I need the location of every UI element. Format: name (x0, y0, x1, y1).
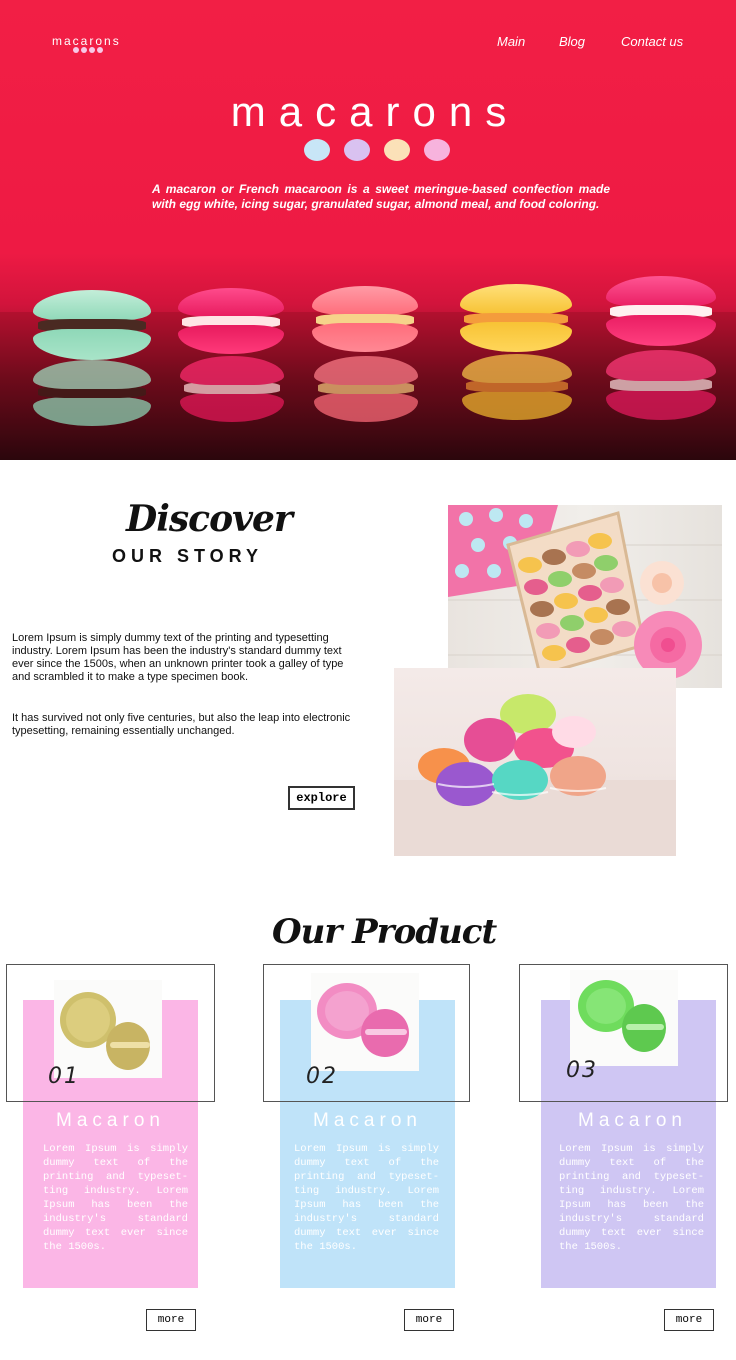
hero-banner: macarons Main Blog Contact us macarons A… (0, 0, 736, 460)
product-text-02: Lorem Ipsum is simply dummy text of the … (294, 1143, 439, 1253)
header-logo[interactable]: macarons (52, 34, 121, 48)
more-button-01[interactable]: more (146, 1309, 196, 1331)
photo-macaron-gift-box (448, 505, 722, 688)
hero-dot-peach (384, 139, 410, 161)
product-text-03: Lorem Ipsum is simply dummy text of the … (559, 1143, 704, 1253)
hero-dot-pink (424, 139, 450, 161)
nav-main[interactable]: Main (497, 34, 525, 49)
hero-macaron-mint-reflection (33, 360, 151, 426)
story-paragraph-2: It has survived not only five centuries,… (12, 712, 351, 737)
product-name-03: Macaron (578, 1110, 687, 1131)
hero-macaron-magenta-reflection (180, 356, 284, 422)
photo-macaron-pile (394, 668, 676, 856)
hero-macaron-coral-reflection (314, 356, 418, 422)
hero-macaron-mint (33, 290, 151, 360)
hero-description: A macaron or French macaroon is a sweet … (152, 182, 610, 211)
product-frame-01 (6, 964, 215, 1102)
product-number-01: 01 (48, 1064, 80, 1089)
product-name-01: Macaron (56, 1110, 165, 1131)
story-script-heading: Discover (126, 498, 293, 540)
header-logo-dots (73, 47, 103, 53)
explore-button[interactable]: explore (288, 786, 355, 810)
hero-dot-lilac (344, 139, 370, 161)
more-button-03[interactable]: more (664, 1309, 714, 1331)
story-heading: OUR STORY (112, 546, 264, 566)
hero-title: macarons (230, 88, 520, 135)
product-number-02: 02 (306, 1064, 338, 1089)
product-name-02: Macaron (313, 1110, 422, 1131)
hero-dot-blue (304, 139, 330, 161)
hero-macaron-yellow (460, 284, 572, 352)
hero-macaron-yellow-reflection (462, 354, 572, 420)
hero-macaron-pink (606, 276, 716, 346)
nav-blog[interactable]: Blog (559, 34, 585, 49)
hero-macaron-magenta (178, 288, 284, 354)
nav-contact[interactable]: Contact us (621, 34, 683, 49)
product-frame-03 (519, 964, 728, 1102)
product-frame-02 (263, 964, 470, 1102)
product-number-03: 03 (566, 1058, 598, 1083)
more-button-02[interactable]: more (404, 1309, 454, 1331)
hero-macaron-pink-reflection (606, 350, 716, 420)
products-heading: Our Product (272, 912, 497, 952)
hero-macaron-coral (312, 286, 418, 352)
hero-color-dots (304, 139, 450, 161)
product-text-01: Lorem Ipsum is simply dummy text of the … (43, 1143, 188, 1253)
story-paragraph-1: Lorem Ipsum is simply dummy text of the … (12, 632, 344, 683)
